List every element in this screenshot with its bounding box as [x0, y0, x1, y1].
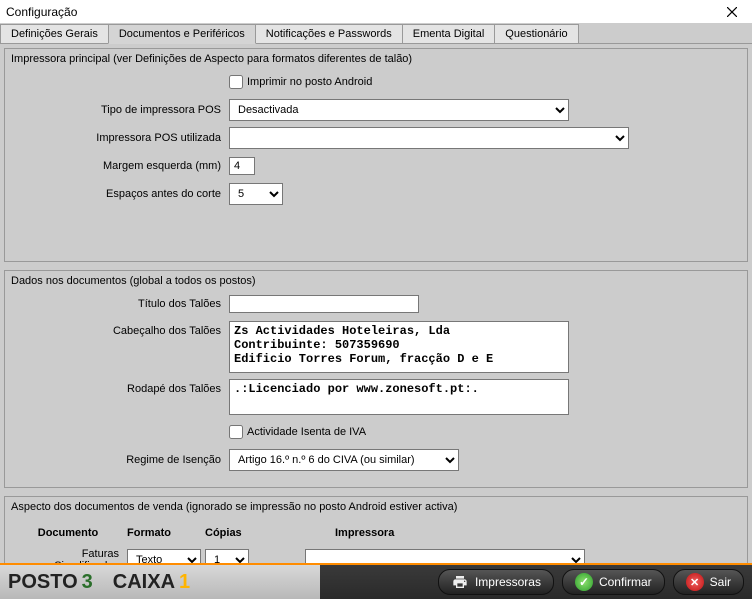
tab-strip: Definições Gerais Documentos e Periféric… — [0, 24, 752, 44]
posto-label: POSTO — [8, 571, 78, 594]
posto-caixa-indicator: POSTO 3 CAIXA 1 — [0, 565, 320, 599]
impressora-utilizada-select[interactable] — [229, 127, 629, 149]
impressoras-button[interactable]: Impressoras — [438, 569, 554, 595]
caixa-label: CAIXA — [113, 571, 175, 594]
col-copias: Cópias — [205, 527, 265, 539]
row-formato-select[interactable]: Texto — [127, 549, 201, 564]
close-button[interactable] — [718, 2, 746, 22]
margem-esquerda-label: Margem esquerda (mm) — [11, 160, 229, 172]
espacos-corte-label: Espaços antes do corte — [11, 188, 229, 200]
group-aspecto-documentos: Aspecto dos documentos de venda (ignorad… — [4, 496, 748, 564]
content-panel: Impressora principal (ver Definições de … — [0, 44, 752, 564]
confirmar-label: Confirmar — [599, 575, 652, 589]
rodape-taloes-label: Rodapé dos Talões — [11, 379, 229, 395]
checkbox-imprimir-android[interactable]: Imprimir no posto Android — [229, 75, 372, 89]
impressoras-label: Impressoras — [475, 575, 541, 589]
group-dados-documentos: Dados nos documentos (global a todos os … — [4, 270, 748, 488]
checkbox-isenta-iva[interactable]: Actividade Isenta de IVA — [229, 425, 366, 439]
tab-ementa-digital[interactable]: Ementa Digital — [402, 24, 496, 43]
window-title: Configuração — [6, 5, 718, 19]
tab-documentos-perifericos[interactable]: Documentos e Periféricos — [108, 24, 256, 44]
tab-definicoes-gerais[interactable]: Definições Gerais — [0, 24, 109, 43]
row-impressora-select[interactable] — [305, 549, 585, 564]
checkbox-isenta-iva-input[interactable] — [229, 425, 243, 439]
close-icon — [686, 573, 704, 591]
sair-label: Sair — [710, 575, 731, 589]
tipo-impressora-select[interactable]: Desactivada — [229, 99, 569, 121]
table-header: Documento Formato Cópias Impressora — [11, 519, 741, 545]
group-title: Aspecto dos documentos de venda (ignorad… — [11, 501, 741, 513]
col-formato: Formato — [127, 527, 205, 539]
checkbox-isenta-iva-label: Actividade Isenta de IVA — [247, 426, 366, 438]
confirmar-button[interactable]: Confirmar — [562, 569, 665, 595]
tab-questionario[interactable]: Questionário — [494, 24, 578, 43]
row-copias-select[interactable]: 1 — [205, 549, 249, 564]
cabecalho-taloes-textarea[interactable]: Zs Actividades Hoteleiras, Lda Contribui… — [229, 321, 569, 373]
table-row: Faturas Simplificadas Texto 1 — [11, 545, 741, 564]
titulo-taloes-label: Título dos Talões — [11, 298, 229, 310]
tipo-impressora-label: Tipo de impressora POS — [11, 104, 229, 116]
caixa-number: 1 — [179, 571, 190, 594]
espacos-corte-select[interactable]: 5 — [229, 183, 283, 205]
posto-number: 3 — [82, 571, 93, 594]
col-documento: Documento — [17, 527, 127, 539]
checkbox-imprimir-android-label: Imprimir no posto Android — [247, 76, 372, 88]
margem-esquerda-input[interactable] — [229, 157, 255, 175]
rodape-taloes-textarea[interactable]: .:Licenciado por www.zonesoft.pt:. — [229, 379, 569, 415]
printer-icon — [451, 573, 469, 591]
regime-isencao-label: Regime de Isenção — [11, 454, 229, 466]
group-title: Impressora principal (ver Definições de … — [11, 53, 741, 65]
titulo-taloes-input[interactable] — [229, 295, 419, 313]
col-impressora: Impressora — [265, 527, 735, 539]
footer-bar: POSTO 3 CAIXA 1 Impressoras Confirmar Sa… — [0, 563, 752, 599]
regime-isencao-select[interactable]: Artigo 16.º n.º 6 do CIVA (ou similar) — [229, 449, 459, 471]
impressora-utilizada-label: Impressora POS utilizada — [11, 132, 229, 144]
check-icon — [575, 573, 593, 591]
row-doc-label: Faturas Simplificadas — [17, 548, 127, 564]
tab-notificacoes-passwords[interactable]: Notificações e Passwords — [255, 24, 403, 43]
sair-button[interactable]: Sair — [673, 569, 744, 595]
group-title: Dados nos documentos (global a todos os … — [11, 275, 741, 287]
cabecalho-taloes-label: Cabeçalho dos Talões — [11, 321, 229, 337]
checkbox-imprimir-android-input[interactable] — [229, 75, 243, 89]
group-impressora-principal: Impressora principal (ver Definições de … — [4, 48, 748, 262]
